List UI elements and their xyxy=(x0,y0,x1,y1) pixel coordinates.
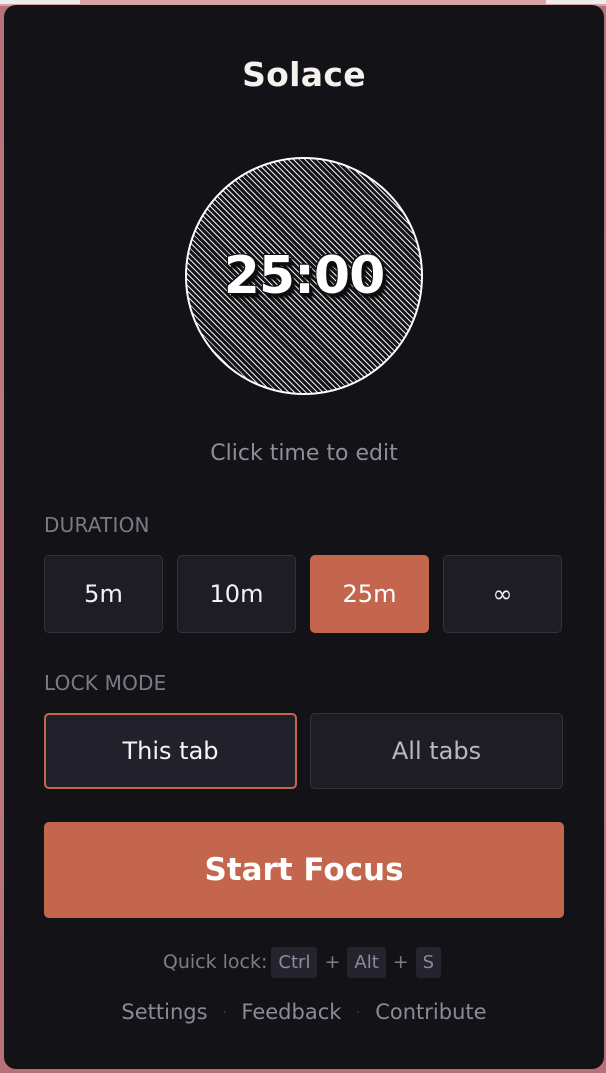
duration-10m-button[interactable]: 10m xyxy=(177,555,296,633)
duration-options: 5m 10m 25m ∞ xyxy=(44,555,564,635)
footer-links: Settings · Feedback · Contribute xyxy=(4,1000,604,1024)
lock-mode-label: LOCK MODE xyxy=(44,671,167,695)
link-separator: · xyxy=(356,1005,361,1019)
lock-all-tabs-button[interactable]: All tabs xyxy=(310,713,563,789)
timer-display[interactable]: 25:00 xyxy=(224,246,386,306)
feedback-link[interactable]: Feedback xyxy=(241,1000,341,1024)
timer-edit-hint: Click time to edit xyxy=(210,441,398,466)
contribute-link[interactable]: Contribute xyxy=(375,1000,486,1024)
link-separator: · xyxy=(222,1005,227,1019)
extension-popup: Solace 25:00 Click time to edit DURATION… xyxy=(4,5,604,1069)
timer-dial[interactable]: 25:00 xyxy=(185,157,423,395)
start-focus-button[interactable]: Start Focus xyxy=(44,822,564,918)
duration-label: DURATION xyxy=(44,513,150,537)
duration-25m-button[interactable]: 25m xyxy=(310,555,429,633)
quick-lock-shortcut: Quick lock: Ctrl + Alt + S xyxy=(4,945,604,979)
key-separator: + xyxy=(392,951,409,973)
timer-circle[interactable]: 25:00 xyxy=(185,157,423,395)
key-alt: Alt xyxy=(347,946,386,978)
key-ctrl: Ctrl xyxy=(271,946,318,978)
quick-lock-label: Quick lock: xyxy=(162,951,268,973)
browser-edge-left xyxy=(0,0,80,4)
app-title: Solace xyxy=(242,55,366,94)
key-separator: + xyxy=(324,951,341,973)
lock-this-tab-button[interactable]: This tab xyxy=(44,713,297,789)
key-s: S xyxy=(415,946,442,978)
lock-mode-options: This tab All tabs xyxy=(44,713,564,791)
duration-5m-button[interactable]: 5m xyxy=(44,555,163,633)
settings-link[interactable]: Settings xyxy=(121,1000,207,1024)
duration-infinite-button[interactable]: ∞ xyxy=(443,555,562,633)
browser-edge-right xyxy=(546,0,606,4)
